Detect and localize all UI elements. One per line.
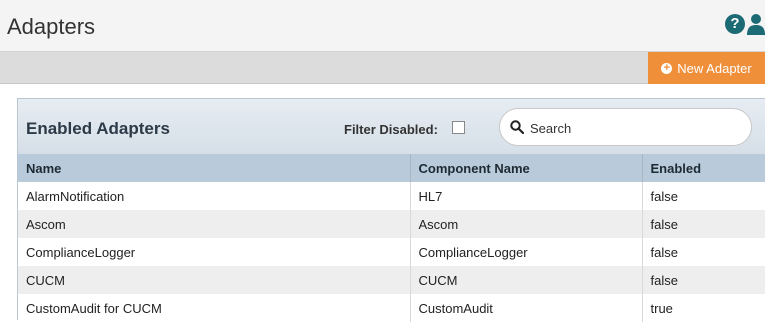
panel-title: Enabled Adapters (26, 119, 170, 138)
cell-component-name: CustomAudit (410, 294, 643, 322)
cell-component-name: ComplianceLogger (410, 238, 643, 266)
cell-name: Ascom (18, 210, 411, 238)
table-row[interactable]: Ascom Ascom false (18, 210, 765, 238)
cell-component-name: Ascom (410, 210, 643, 238)
cell-name: AlarmNotification (18, 182, 411, 210)
title-bar: Adapters ? (0, 0, 765, 52)
new-adapter-label: New Adapter (677, 60, 752, 76)
search-icon (510, 120, 524, 134)
cell-enabled: true (642, 294, 765, 322)
cell-component-name: CUCM (410, 266, 643, 294)
cell-name: CUCM (18, 266, 411, 294)
cell-enabled: false (642, 182, 765, 210)
column-header-name[interactable]: Name (18, 154, 411, 182)
help-icon[interactable]: ? (725, 14, 745, 34)
filter-disabled-checkbox[interactable] (452, 121, 465, 134)
new-adapter-button[interactable]: + New Adapter (648, 52, 765, 84)
enabled-adapters-panel: Enabled Adapters Filter Disabled: Name C… (17, 98, 765, 322)
cell-enabled: false (642, 238, 765, 266)
table-row[interactable]: CUCM CUCM false (18, 266, 765, 294)
cell-enabled: false (642, 266, 765, 294)
adapters-table: Name Component Name Enabled AlarmNotific… (18, 154, 765, 322)
column-header-enabled[interactable]: Enabled (642, 154, 765, 182)
table-row[interactable]: AlarmNotification HL7 false (18, 182, 765, 210)
filter-disabled-label: Filter Disabled: (344, 122, 438, 137)
user-icon[interactable] (747, 13, 765, 35)
cell-enabled: false (642, 210, 765, 238)
panel-header: Enabled Adapters Filter Disabled: (18, 99, 765, 154)
page-title: Adapters (7, 14, 96, 39)
cell-component-name: HL7 (410, 182, 643, 210)
table-row[interactable]: CustomAudit for CUCM CustomAudit true (18, 294, 765, 322)
cell-name: CustomAudit for CUCM (18, 294, 411, 322)
table-row[interactable]: ComplianceLogger ComplianceLogger false (18, 238, 765, 266)
search-box[interactable] (499, 108, 752, 146)
table-header-row: Name Component Name Enabled (18, 154, 765, 182)
plus-circle-icon: + (661, 62, 673, 74)
cell-name: ComplianceLogger (18, 238, 411, 266)
column-header-component-name[interactable]: Component Name (410, 154, 643, 182)
search-input[interactable] (528, 117, 742, 139)
